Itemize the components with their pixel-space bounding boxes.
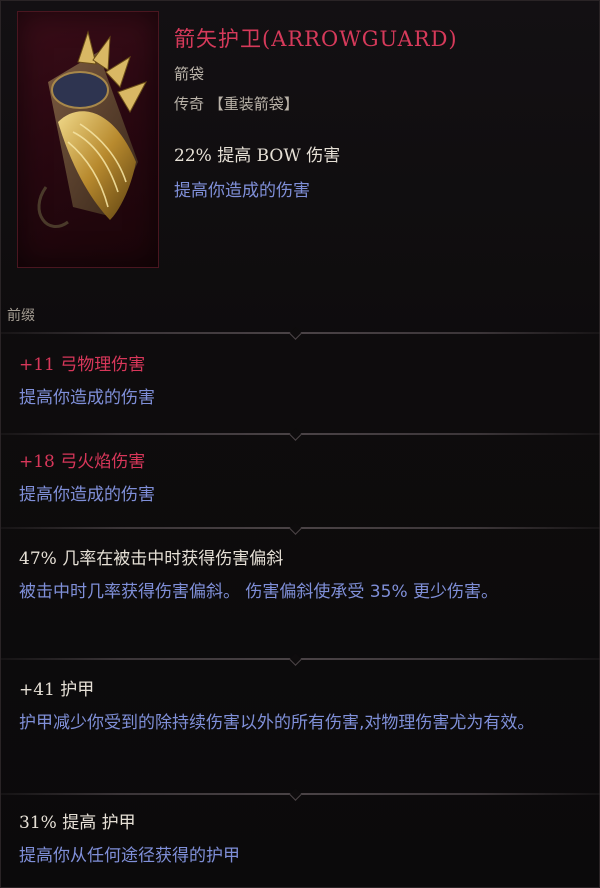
affix-stat: +18 弓火焰伤害 — [19, 452, 146, 472]
affix-stat: 31% 提高 护甲 — [19, 813, 136, 833]
prefix-section-label: 前缀 — [7, 308, 35, 324]
divider — [1, 327, 600, 340]
quiver-icon — [37, 30, 148, 229]
affix-row: +18 弓火焰伤害 提高你造成的伤害 — [19, 450, 589, 510]
affix-stat: +11 弓物理伤害 — [19, 355, 146, 375]
affix-stat: 47% 几率在被击中时获得伤害偏斜 — [19, 549, 284, 569]
implicit-stat: 22% 提高 BOW 伤害 — [174, 146, 341, 166]
affix-stat: +41 护甲 — [19, 680, 95, 700]
affix-row: 31% 提高 护甲 提高你从任何途径获得的护甲 — [19, 811, 589, 871]
divider — [1, 653, 600, 666]
item-portrait — [17, 11, 159, 268]
affix-description: 提高你造成的伤害 — [19, 388, 155, 408]
divider — [1, 788, 600, 801]
affix-description: 提高你造成的伤害 — [19, 485, 155, 505]
item-rarity: 传奇 【重装箭袋】 — [174, 95, 299, 113]
affix-row: +41 护甲 护甲减少你受到的除持续伤害以外的所有伤害,对物理伤害尤为有效。 — [19, 678, 589, 738]
affix-row: +11 弓物理伤害 提高你造成的伤害 — [19, 353, 589, 413]
affix-description: 被击中时几率获得伤害偏斜。 伤害偏斜使承受 35% 更少伤害。 — [19, 582, 498, 602]
affix-row: 47% 几率在被击中时获得伤害偏斜 被击中时几率获得伤害偏斜。 伤害偏斜使承受 … — [19, 547, 589, 607]
implicit-stat-description: 提高你造成的伤害 — [174, 181, 310, 201]
item-title: 箭矢护卫(ARROWGUARD) — [174, 27, 458, 51]
divider — [1, 522, 600, 535]
divider — [1, 428, 600, 441]
item-type: 箭袋 — [174, 65, 205, 83]
affix-description: 提高你从任何途径获得的护甲 — [19, 846, 240, 866]
affix-description: 护甲减少你受到的除持续伤害以外的所有伤害,对物理伤害尤为有效。 — [19, 713, 535, 733]
item-tooltip: 箭矢护卫(ARROWGUARD) 箭袋 传奇 【重装箭袋】 22% 提高 BOW… — [0, 0, 600, 888]
